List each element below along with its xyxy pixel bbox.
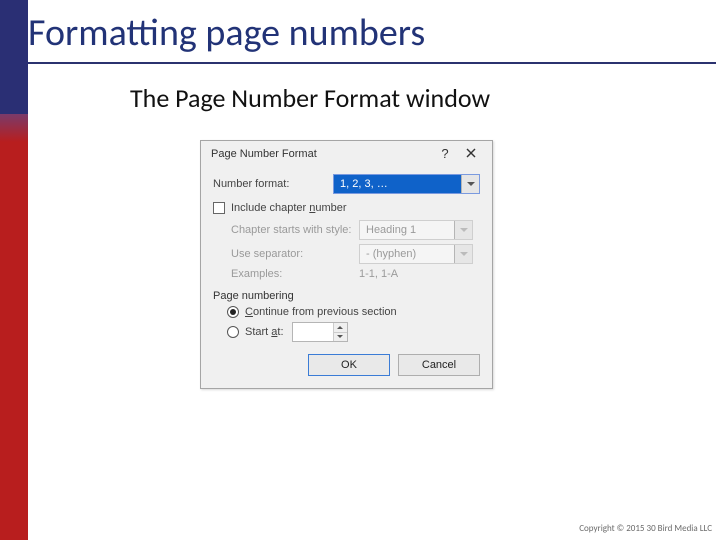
separator-dropdown: - (hyphen) xyxy=(359,244,473,264)
caret-up-icon xyxy=(337,326,343,329)
chevron-down-icon xyxy=(460,228,468,232)
title-divider xyxy=(28,62,716,64)
include-chapter-label: Include chapter number xyxy=(231,202,347,214)
slide-title: Formatting page numbers xyxy=(28,10,425,56)
number-format-label: Number format: xyxy=(213,178,333,190)
chevron-down-icon xyxy=(467,182,475,186)
checkbox-icon xyxy=(213,202,225,214)
start-at-label: Start at: xyxy=(245,326,284,338)
slide-accent-bar xyxy=(0,0,28,540)
start-at-input[interactable] xyxy=(293,323,333,341)
copyright-footer: Copyright © 2015 30 Bird Media LLC xyxy=(579,523,712,534)
close-button[interactable] xyxy=(458,147,484,160)
slide-subtitle: The Page Number Format window xyxy=(130,82,490,114)
number-format-value: 1, 2, 3, … xyxy=(334,178,461,190)
continue-previous-radio[interactable]: Continue from previous section xyxy=(227,306,480,318)
number-format-dropdown[interactable]: 1, 2, 3, … xyxy=(333,174,480,194)
dialog-title: Page Number Format xyxy=(211,148,432,160)
dialog-titlebar: Page Number Format ? xyxy=(201,141,492,168)
ok-button[interactable]: OK xyxy=(308,354,390,376)
cancel-button[interactable]: Cancel xyxy=(398,354,480,376)
start-at-radio[interactable]: Start at: xyxy=(227,322,480,342)
page-number-format-dialog: Page Number Format ? Number format: 1, 2… xyxy=(200,140,493,389)
chevron-down-icon xyxy=(460,252,468,256)
separator-label: Use separator: xyxy=(231,248,359,260)
dropdown-button[interactable] xyxy=(461,175,479,193)
caret-down-icon xyxy=(337,335,343,338)
close-icon xyxy=(466,148,476,158)
radio-unchecked-icon xyxy=(227,326,239,338)
help-button[interactable]: ? xyxy=(432,147,458,160)
spinner-down-button[interactable] xyxy=(334,332,347,342)
dropdown-button xyxy=(454,245,472,263)
chapter-style-value: Heading 1 xyxy=(360,224,454,236)
examples-value: 1-1, 1-A xyxy=(359,268,398,280)
dropdown-button xyxy=(454,221,472,239)
chapter-style-dropdown: Heading 1 xyxy=(359,220,473,240)
page-numbering-label: Page numbering xyxy=(213,290,480,302)
separator-value: - (hyphen) xyxy=(360,248,454,260)
start-at-spinner[interactable] xyxy=(292,322,348,342)
spinner-up-button[interactable] xyxy=(334,323,347,332)
chapter-style-label: Chapter starts with style: xyxy=(231,224,359,236)
examples-label: Examples: xyxy=(231,268,359,280)
radio-checked-icon xyxy=(227,306,239,318)
include-chapter-number-checkbox[interactable]: Include chapter number xyxy=(213,202,480,214)
continue-previous-label: Continue from previous section xyxy=(245,306,397,318)
